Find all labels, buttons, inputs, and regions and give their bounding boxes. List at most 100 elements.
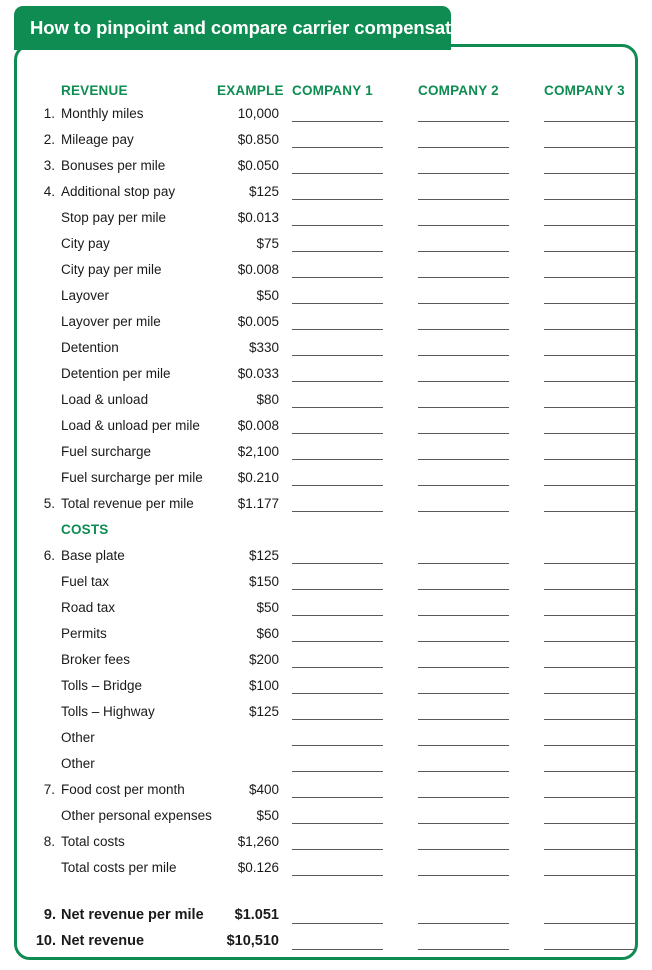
company-2-entry-field[interactable] [405,126,531,152]
company-1-entry-field[interactable] [279,256,405,282]
company-2-entry-field[interactable] [405,464,531,490]
company-3-entry-field[interactable] [531,282,652,308]
company-3-entry-field[interactable] [531,204,652,230]
company-3-entry-field[interactable] [531,698,652,724]
company-1-entry-field[interactable] [279,230,405,256]
company-2-entry-field[interactable] [405,230,531,256]
company-1-entry-field[interactable] [279,928,405,954]
write-in-rule [418,745,509,746]
company-1-entry-field[interactable] [279,204,405,230]
company-3-entry-field[interactable] [531,178,652,204]
company-2-entry-field[interactable] [405,438,531,464]
company-1-entry-field[interactable] [279,438,405,464]
company-1-entry-field[interactable] [279,178,405,204]
company-3-entry-field[interactable] [531,646,652,672]
company-3-entry-field[interactable] [531,594,652,620]
company-1-entry-field[interactable] [279,698,405,724]
company-2-entry-field[interactable] [405,776,531,802]
company-1-entry-field[interactable] [279,386,405,412]
company-3-entry-field[interactable] [531,828,652,854]
company-3-entry-field[interactable] [531,230,652,256]
company-2-entry-field[interactable] [405,724,531,750]
company-3-entry-field[interactable] [531,464,652,490]
company-2-entry-field[interactable] [405,152,531,178]
company-2-entry-field[interactable] [405,308,531,334]
company-3-entry-field[interactable] [531,802,652,828]
company-2-entry-field[interactable] [405,282,531,308]
company-1-entry-field[interactable] [279,542,405,568]
company-3-entry-field[interactable] [531,152,652,178]
company-1-entry-field[interactable] [279,724,405,750]
company-3-entry-field[interactable] [531,902,652,928]
company-2-entry-field[interactable] [405,698,531,724]
write-in-rule [418,949,509,950]
company-3-entry-field[interactable] [531,386,652,412]
company-1-entry-field[interactable] [279,854,405,880]
company-3-entry-field[interactable] [531,750,652,776]
company-1-entry-field[interactable] [279,360,405,386]
write-in-rule [292,563,383,564]
company-3-entry-field[interactable] [531,672,652,698]
company-3-entry-field[interactable] [531,412,652,438]
company-1-entry-field[interactable] [279,282,405,308]
company-2-entry-field[interactable] [405,568,531,594]
company-2-entry-field[interactable] [405,620,531,646]
company-1-entry-field[interactable] [279,308,405,334]
company-2-entry-field[interactable] [405,802,531,828]
company-3-entry-field[interactable] [531,542,652,568]
company-3-entry-field[interactable] [531,568,652,594]
company-3-entry-field[interactable] [531,438,652,464]
company-2-entry-field[interactable] [405,100,531,126]
company-2-entry-field[interactable] [405,334,531,360]
company-2-entry-field[interactable] [405,902,531,928]
company-3-entry-field[interactable] [531,308,652,334]
company-3-entry-field[interactable] [531,256,652,282]
company-2-entry-field[interactable] [405,204,531,230]
company-2-entry-field[interactable] [405,594,531,620]
company-2-entry-field[interactable] [405,854,531,880]
example-value: $50 [256,287,279,303]
company-2-entry-field[interactable] [405,646,531,672]
company-1-entry-field[interactable] [279,464,405,490]
company-3-entry-field[interactable] [531,620,652,646]
company-3-entry-field[interactable] [531,490,652,516]
company-1-entry-field[interactable] [279,672,405,698]
company-3-entry-field[interactable] [531,334,652,360]
company-1-entry-field[interactable] [279,620,405,646]
company-1-entry-field[interactable] [279,568,405,594]
company-3-entry-field[interactable] [531,724,652,750]
company-1-entry-field[interactable] [279,776,405,802]
company-1-entry-field[interactable] [279,902,405,928]
company-3-entry-field[interactable] [531,126,652,152]
company-1-entry-field[interactable] [279,802,405,828]
company-3-entry-field[interactable] [531,854,652,880]
company-1-entry-field[interactable] [279,334,405,360]
company-3-entry-field[interactable] [531,928,652,954]
company-2-entry-field[interactable] [405,412,531,438]
company-2-entry-field[interactable] [405,490,531,516]
row-label: Detention per mile [61,365,171,381]
company-2-entry-field[interactable] [405,178,531,204]
company-3-entry-field[interactable] [531,100,652,126]
company-1-entry-field[interactable] [279,646,405,672]
company-2-entry-field[interactable] [405,386,531,412]
company-3-entry-field[interactable] [531,360,652,386]
company-1-entry-field[interactable] [279,412,405,438]
company-1-entry-field[interactable] [279,126,405,152]
company-1-entry-field[interactable] [279,828,405,854]
write-in-rule [292,797,383,798]
company-1-entry-field[interactable] [279,100,405,126]
company-2-entry-field[interactable] [405,672,531,698]
company-1-entry-field[interactable] [279,152,405,178]
write-in-rule [544,277,635,278]
company-2-entry-field[interactable] [405,256,531,282]
company-2-entry-field[interactable] [405,360,531,386]
company-1-entry-field[interactable] [279,594,405,620]
company-1-entry-field[interactable] [279,750,405,776]
company-2-entry-field[interactable] [405,928,531,954]
company-2-entry-field[interactable] [405,828,531,854]
company-2-entry-field[interactable] [405,542,531,568]
company-2-entry-field[interactable] [405,750,531,776]
company-1-entry-field[interactable] [279,490,405,516]
company-3-entry-field[interactable] [531,776,652,802]
